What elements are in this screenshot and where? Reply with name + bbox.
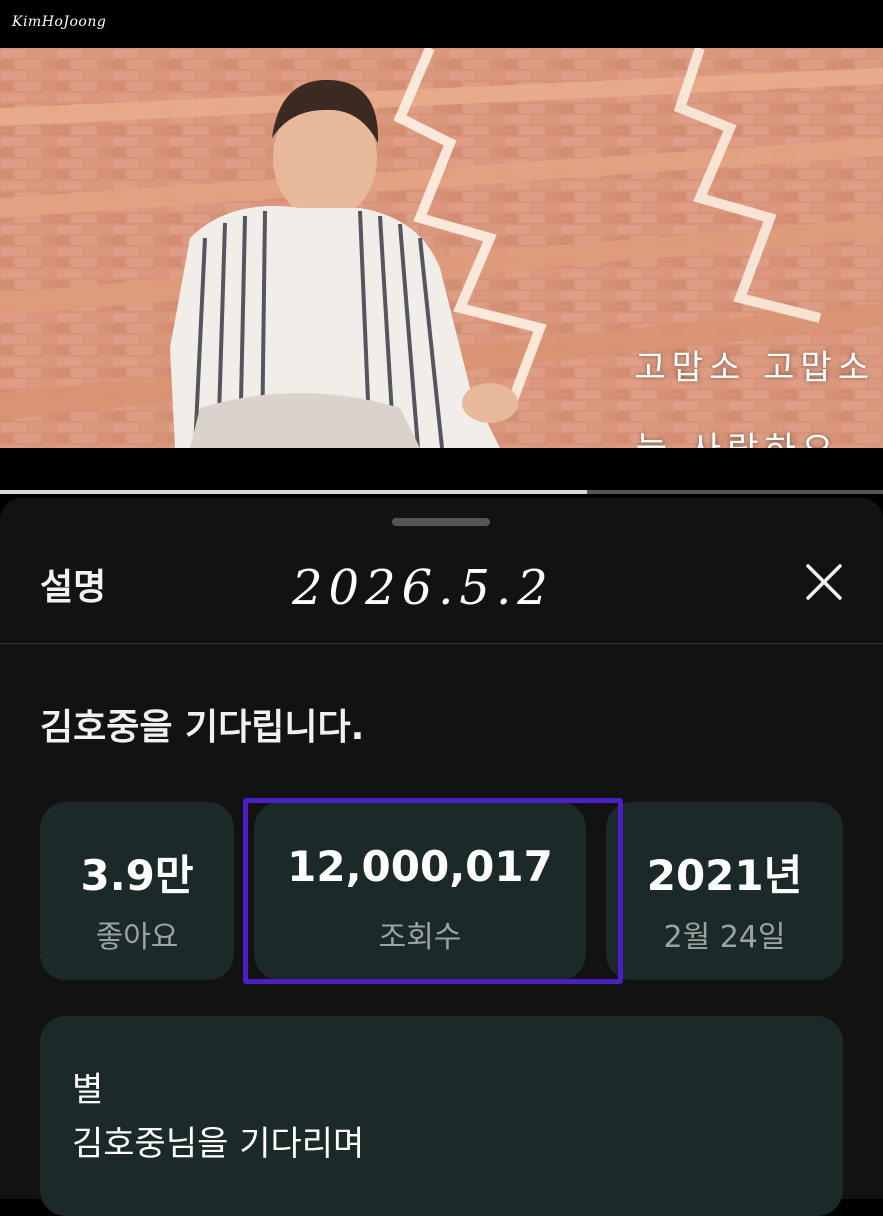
channel-watermark: KimHoJoong (12, 14, 107, 30)
upload-date-card: 2021년 2월 24일 (606, 802, 843, 980)
sheet-title: 설명 (40, 567, 107, 608)
close-button[interactable] (800, 558, 848, 606)
likes-value: 3.9만 (80, 851, 194, 900)
likes-label: 좋아요 (95, 920, 179, 955)
views-highlight-annotation (243, 798, 623, 984)
lyric-overlay-line2: 늘 사랑하오 (636, 422, 839, 448)
video-player[interactable]: KimHoJoong 고맙소 고맙소 (0, 0, 883, 492)
description-sheet: 설명 2026.5.2 김호중을 기다립니다. 3.9만 좋아요 12,000,… (0, 498, 883, 1216)
description-line2: 김호중님을 기다리며 (72, 1124, 365, 1164)
video-title: 김호중을 기다립니다. (40, 707, 365, 748)
handwritten-date-annotation: 2026.5.2 (292, 560, 554, 616)
video-progress-bar[interactable] (0, 490, 883, 494)
lyric-overlay-line1: 고맙소 고맙소 (634, 348, 875, 388)
header-divider (0, 643, 883, 644)
likes-card: 3.9만 좋아요 (40, 802, 234, 980)
video-thumbnail[interactable]: 고맙소 고맙소 늘 사랑하오 (0, 48, 883, 448)
description-text-card[interactable]: 별 김호중님을 기다리며 (40, 1016, 843, 1216)
upload-year: 2021년 (646, 851, 803, 900)
drag-handle[interactable] (392, 518, 490, 526)
video-progress-fill (0, 490, 588, 494)
close-icon (806, 564, 842, 600)
description-line1: 별 (72, 1070, 104, 1110)
upload-month-day: 2월 24일 (663, 920, 786, 955)
